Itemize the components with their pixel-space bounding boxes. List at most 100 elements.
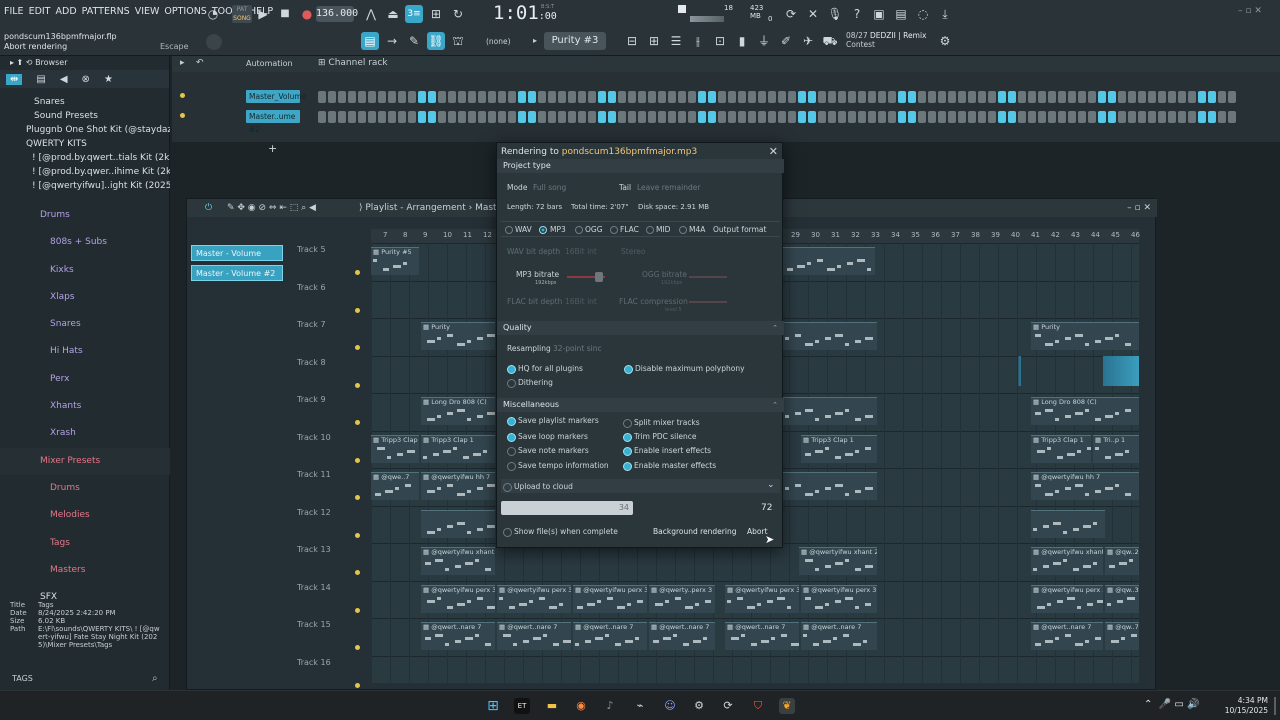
step-button[interactable] <box>498 91 506 103</box>
step-button[interactable] <box>708 111 716 123</box>
pattern-clip[interactable]: ▦ @qwerty..perx 3 <box>649 584 715 613</box>
step-button[interactable] <box>358 91 366 103</box>
track-label[interactable]: Track 8 <box>297 358 326 367</box>
step-button[interactable] <box>1108 111 1116 123</box>
step-button[interactable] <box>908 91 916 103</box>
pattern-clip[interactable]: ▦ @qwertyifwu xhant 2 <box>799 547 877 575</box>
browser-item[interactable]: ! [@qwertyifwu]..ight Kit (2025) <box>0 180 170 192</box>
misc-section[interactable]: Miscellaneous ⌃ <box>497 398 784 412</box>
pattern-clip[interactable] <box>421 509 495 538</box>
track-mute-led[interactable] <box>355 607 360 613</box>
step-button[interactable] <box>978 111 986 123</box>
step-button[interactable] <box>878 91 886 103</box>
mixer-icon[interactable]: ✕ <box>804 5 822 23</box>
step-button[interactable] <box>808 111 816 123</box>
track-mute-led[interactable] <box>355 532 360 538</box>
format-mp3-radio[interactable] <box>539 226 547 234</box>
step-button[interactable] <box>1168 111 1176 123</box>
pattern-clip[interactable]: ▦ @qw..7 <box>1105 622 1139 650</box>
step-button[interactable] <box>698 111 706 123</box>
step-button[interactable] <box>558 91 566 103</box>
track-mute-led[interactable] <box>355 270 360 275</box>
format-ogg-radio[interactable] <box>575 226 583 234</box>
pattern-clip[interactable]: ▦ Tripp3 Clap 1 <box>1031 434 1091 463</box>
step-button[interactable] <box>888 91 896 103</box>
step-button[interactable] <box>778 111 786 123</box>
format-wav-label[interactable]: WAV <box>515 225 532 234</box>
chat-icon[interactable]: ◌ <box>914 5 932 23</box>
step-button[interactable] <box>708 91 716 103</box>
browser-item[interactable]: Snares <box>0 96 170 108</box>
browser-folder[interactable]: Kixks <box>0 257 170 284</box>
dithering-checkbox[interactable]: Dithering <box>507 378 553 388</box>
settings-gear-icon[interactable]: ⚙ <box>936 32 954 50</box>
format-m4a-radio[interactable] <box>679 226 687 234</box>
step-button[interactable] <box>928 91 936 103</box>
track-label[interactable]: Track 15 <box>297 620 331 629</box>
step-button[interactable] <box>1138 111 1146 123</box>
format-flac-radio[interactable] <box>610 226 618 234</box>
playlist-window-controls[interactable]: – ▫ ✕ <box>1127 199 1151 217</box>
flac-compression-slider[interactable] <box>689 301 727 303</box>
step-button[interactable] <box>798 111 806 123</box>
track-label[interactable]: Track 16 <box>297 658 331 667</box>
pattern-clip[interactable]: ▦ @qwert..nare 7 <box>649 622 715 650</box>
step-button[interactable] <box>928 111 936 123</box>
step-button[interactable] <box>1008 91 1016 103</box>
pattern-clip[interactable]: ▦ @qwertyifwu perx 3 <box>497 584 571 613</box>
playlist-mode-icon[interactable]: ⏻ <box>205 199 212 217</box>
track-mute-led[interactable] <box>355 382 360 388</box>
step-button[interactable] <box>408 111 416 123</box>
pattern-clip[interactable]: ▦ Purity <box>1031 322 1139 350</box>
pattern-clip[interactable]: ▦ @qwertyifwu hh 7 <box>1031 472 1139 500</box>
step-button[interactable] <box>818 111 826 123</box>
upload-to-cloud-checkbox[interactable]: Upload to cloud <box>503 482 573 492</box>
record-icon[interactable]: ● <box>298 5 316 23</box>
track-label[interactable]: Track 6 <box>297 283 326 292</box>
step-button[interactable] <box>698 91 706 103</box>
pattern-clip[interactable]: ▦ Purity #5 <box>371 247 419 275</box>
step-button[interactable] <box>918 111 926 123</box>
step-button[interactable] <box>1208 111 1216 123</box>
step-button[interactable] <box>428 91 436 103</box>
step-button[interactable] <box>948 91 956 103</box>
step-button[interactable] <box>628 91 636 103</box>
file-icon[interactable]: ▮ <box>733 32 751 50</box>
step-button[interactable] <box>678 91 686 103</box>
step-button[interactable] <box>1228 91 1236 103</box>
pattern-clip[interactable] <box>783 472 877 500</box>
pattern-none[interactable]: (none) <box>486 37 511 46</box>
step-button[interactable] <box>638 111 646 123</box>
arrow-icon[interactable]: ▸ <box>180 58 185 68</box>
save-note-markers-checkbox[interactable]: Save note markers <box>507 446 589 456</box>
app-icon[interactable]: ⟳ <box>720 698 736 714</box>
step-button[interactable] <box>788 111 796 123</box>
tail-select[interactable]: Leave remainder <box>637 183 700 192</box>
browser-folder[interactable]: Drums <box>0 202 170 229</box>
step-button[interactable] <box>418 91 426 103</box>
media-icon[interactable]: ♪ <box>602 698 618 714</box>
step-button[interactable] <box>768 91 776 103</box>
pattern-item[interactable]: Master - Volume <box>191 245 283 261</box>
channel-rack-icon[interactable]: ☰ <box>667 32 685 50</box>
step-button[interactable] <box>518 111 526 123</box>
pattern-clip[interactable]: ▦ @qwe..7 <box>371 472 419 500</box>
browser-item[interactable]: QWERTY KITS <box>0 138 170 150</box>
pattern-clip[interactable]: ▦ @qwert..nare 7 <box>1031 622 1103 650</box>
track-mute-led[interactable] <box>355 457 360 463</box>
undo-icon[interactable]: ↶ <box>196 58 204 68</box>
format-flac-label[interactable]: FLAC <box>620 225 639 234</box>
mp3-bitrate-knob[interactable] <box>595 272 603 282</box>
format-mid-label[interactable]: MID <box>656 225 670 234</box>
step-button[interactable] <box>578 111 586 123</box>
news-hint-panel[interactable]: 08/27 DEDZII | Remix Contest <box>846 31 926 49</box>
save-tempo-info-checkbox[interactable]: Save tempo information <box>507 461 609 471</box>
step-button[interactable] <box>1158 111 1166 123</box>
mixer-view-icon[interactable]: ⫲ <box>689 32 707 50</box>
plug-icon[interactable]: ⏚ <box>755 32 773 50</box>
browser-folder[interactable]: Xlaps <box>0 284 170 311</box>
step-button[interactable] <box>388 111 396 123</box>
step-sequencer-row[interactable] <box>318 91 1236 103</box>
step-button[interactable] <box>978 91 986 103</box>
pattern-clip[interactable]: ▦ @qwertyifwu perx 3 <box>421 584 495 613</box>
